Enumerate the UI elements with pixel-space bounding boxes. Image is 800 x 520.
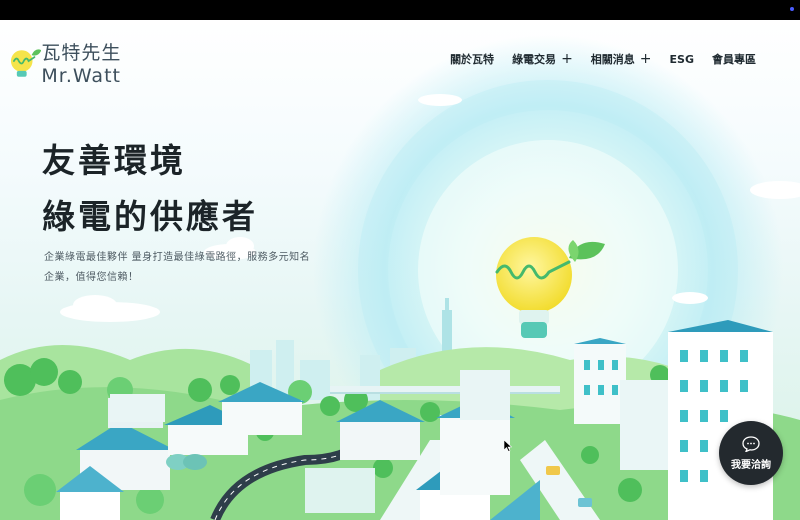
main-nav: 關於瓦特 綠電交易 + 相關消息 + ESG 會員專區 xyxy=(450,51,756,67)
hero-headline: 友善環境 綠電的供應者 xyxy=(42,133,258,245)
headline-line-1: 友善環境 xyxy=(42,141,186,180)
nav-label: ESG xyxy=(669,52,694,66)
speech-bubble-icon xyxy=(742,435,760,452)
hero-subtext: 企業綠電最佳夥伴 量身打造最佳綠電路徑，服務多元知名企業，值得您信賴！ xyxy=(44,252,311,283)
nav-item-news[interactable]: 相關消息 + xyxy=(591,51,652,67)
nav-item-member[interactable]: 會員專區 xyxy=(712,51,756,67)
headline-line-2: 綠電的供應者 xyxy=(42,197,258,236)
mouse-cursor-icon xyxy=(504,440,512,452)
brand-name: 瓦特先生Mr.Watt xyxy=(41,41,122,87)
nav-label: 會員專區 xyxy=(712,53,756,66)
nav-label: 相關消息 xyxy=(590,53,635,66)
chat-label: 我要洽詢 xyxy=(731,459,771,471)
nav-label: 綠電交易 xyxy=(512,53,557,66)
inquiry-chat-button[interactable]: 我要洽詢 xyxy=(719,421,783,485)
browser-top-bar xyxy=(0,0,800,20)
brand-logo[interactable]: 瓦特先生Mr.Watt xyxy=(8,42,198,87)
plus-icon: + xyxy=(561,50,573,67)
nav-item-about[interactable]: 關於瓦特 xyxy=(450,51,494,67)
status-dot-icon xyxy=(790,7,794,11)
logo-bulb-icon xyxy=(10,49,42,77)
nav-label: 關於瓦特 xyxy=(450,53,495,66)
nav-item-green-trade[interactable]: 綠電交易 + xyxy=(512,51,573,67)
plus-icon: + xyxy=(639,50,652,67)
site-header: 瓦特先生Mr.Watt 關於瓦特 綠電交易 + 相關消息 + ESG 會員專區 xyxy=(0,20,800,100)
nav-item-esg[interactable]: ESG xyxy=(670,53,694,66)
